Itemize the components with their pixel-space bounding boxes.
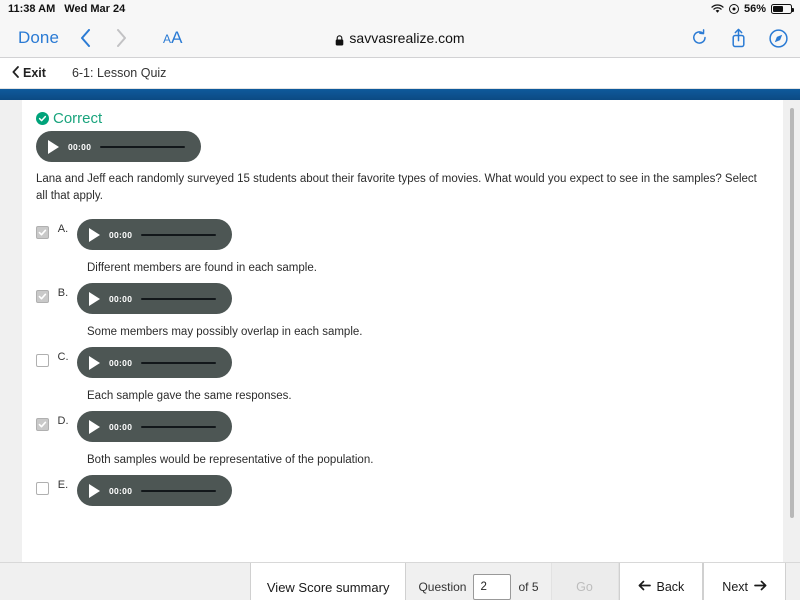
safari-toolbar-right [691, 18, 788, 58]
option-a-checkbox[interactable] [36, 226, 49, 240]
quiz-bottom-nav: View Score summary Question of 5 Go Back… [0, 562, 800, 600]
battery-percent-label: 56% [743, 3, 766, 15]
back-button[interactable] [67, 23, 103, 53]
option-e-audio-player[interactable]: 00:00 [77, 475, 232, 507]
play-icon[interactable] [48, 139, 59, 154]
option-b-checkbox[interactable] [36, 290, 49, 304]
text-size-button[interactable]: AA [153, 28, 192, 48]
play-icon[interactable] [89, 483, 100, 498]
audio-progress-track[interactable] [100, 145, 185, 148]
option-c-letter: C. [57, 351, 69, 364]
address-bar[interactable]: savvasrealize.com [323, 27, 476, 49]
status-bar-right: 56% [711, 0, 795, 18]
safari-toolbar: Done AA savvasrealize.com [0, 18, 800, 58]
exit-button[interactable]: Exit [8, 64, 50, 83]
question-label: Question [418, 580, 467, 594]
reload-icon[interactable] [691, 29, 708, 47]
battery-icon [771, 4, 795, 14]
play-icon[interactable] [89, 291, 100, 306]
quiz-blue-band [0, 89, 800, 100]
option-d: D. 00:00 Both samples would be represent… [36, 402, 765, 466]
audio-time-label: 00:00 [109, 357, 133, 368]
play-icon[interactable] [89, 419, 100, 434]
text-size-large-a: A [171, 27, 183, 47]
back-label: Back [656, 580, 685, 594]
text-size-small-a: A [163, 31, 172, 46]
lock-icon [335, 33, 344, 45]
address-bar-url: savvasrealize.com [349, 30, 465, 46]
option-e: E. 00:00 [36, 466, 765, 507]
audio-time-label: 00:00 [109, 229, 133, 240]
ios-status-bar: 11:38 AM Wed Mar 24 56% [0, 0, 800, 18]
wifi-icon [711, 4, 724, 14]
audio-progress-track[interactable] [141, 425, 216, 428]
option-c-checkbox[interactable] [36, 354, 49, 368]
vertical-scrollbar[interactable] [790, 108, 794, 518]
option-d-audio-player[interactable]: 00:00 [77, 411, 232, 443]
arrow-right-icon [754, 580, 767, 594]
status-badge-label: Correct [53, 110, 103, 127]
option-b-letter: B. [57, 287, 69, 300]
exit-label: Exit [23, 66, 46, 80]
option-a-text: Different members are found in each samp… [87, 262, 317, 275]
option-b-audio-player[interactable]: 00:00 [77, 283, 232, 315]
go-button[interactable]: Go [550, 563, 619, 600]
check-circle-icon [36, 112, 49, 125]
option-d-text: Both samples would be representative of … [87, 454, 374, 467]
audio-time-label: 00:00 [109, 485, 133, 496]
question-number-input[interactable] [473, 574, 512, 600]
question-text: Lana and Jeff each randomly surveyed 15 … [36, 173, 757, 202]
location-services-icon [728, 4, 739, 14]
next-button[interactable]: Next [703, 563, 786, 600]
play-icon[interactable] [89, 355, 100, 370]
option-e-checkbox[interactable] [36, 482, 49, 496]
done-button[interactable]: Done [14, 28, 67, 48]
quiz-content-area: Correct 00:00 Lana and Jeff each randoml… [0, 100, 800, 562]
safari-compass-icon[interactable] [769, 28, 788, 48]
option-d-letter: D. [57, 415, 69, 428]
option-c: C. 00:00 Each sample gave the same respo… [36, 338, 765, 402]
lesson-title: 6-1: Lesson Quiz [71, 66, 167, 80]
view-score-summary-button[interactable]: View Score summary [249, 563, 407, 600]
audio-time-label: 00:00 [68, 141, 92, 152]
status-bar-time: 11:38 AM [8, 3, 56, 15]
audio-progress-track[interactable] [141, 297, 216, 300]
chevron-left-icon [12, 65, 19, 81]
arrow-left-icon [638, 580, 651, 594]
forward-button[interactable] [103, 23, 139, 53]
option-d-checkbox[interactable] [36, 418, 49, 432]
audio-progress-track[interactable] [141, 361, 216, 364]
safari-toolbar-left: Done AA [14, 23, 192, 53]
option-a-audio-player[interactable]: 00:00 [77, 219, 232, 251]
bottom-nav-spacer [0, 563, 250, 600]
share-icon[interactable] [730, 28, 747, 48]
question-navigator: Question of 5 [406, 563, 550, 600]
audio-time-label: 00:00 [109, 421, 133, 432]
audio-progress-track[interactable] [141, 489, 216, 492]
audio-progress-track[interactable] [141, 233, 216, 236]
option-b-text: Some members may possibly overlap in eac… [87, 326, 363, 339]
status-bar-left: 11:38 AM Wed Mar 24 [8, 3, 125, 15]
option-e-letter: E. [57, 479, 69, 492]
option-a: A. 00:00 Different members are found in … [36, 210, 765, 274]
option-c-text: Each sample gave the same responses. [87, 390, 292, 403]
status-bar-date: Wed Mar 24 [64, 3, 126, 15]
quiz-page-card: Correct 00:00 Lana and Jeff each randoml… [22, 100, 783, 562]
status-badge: Correct [36, 110, 765, 127]
play-icon[interactable] [89, 227, 100, 242]
option-a-letter: A. [57, 223, 69, 236]
question-audio-player[interactable]: 00:00 [36, 131, 765, 162]
option-b: B. 00:00 Some members may possibly overl… [36, 274, 765, 338]
app-header: Exit 6-1: Lesson Quiz [0, 58, 800, 89]
back-button[interactable]: Back [618, 563, 704, 600]
option-c-audio-player[interactable]: 00:00 [77, 347, 232, 379]
audio-time-label: 00:00 [109, 293, 133, 304]
next-label: Next [722, 580, 748, 594]
question-total-label: of 5 [518, 580, 539, 594]
